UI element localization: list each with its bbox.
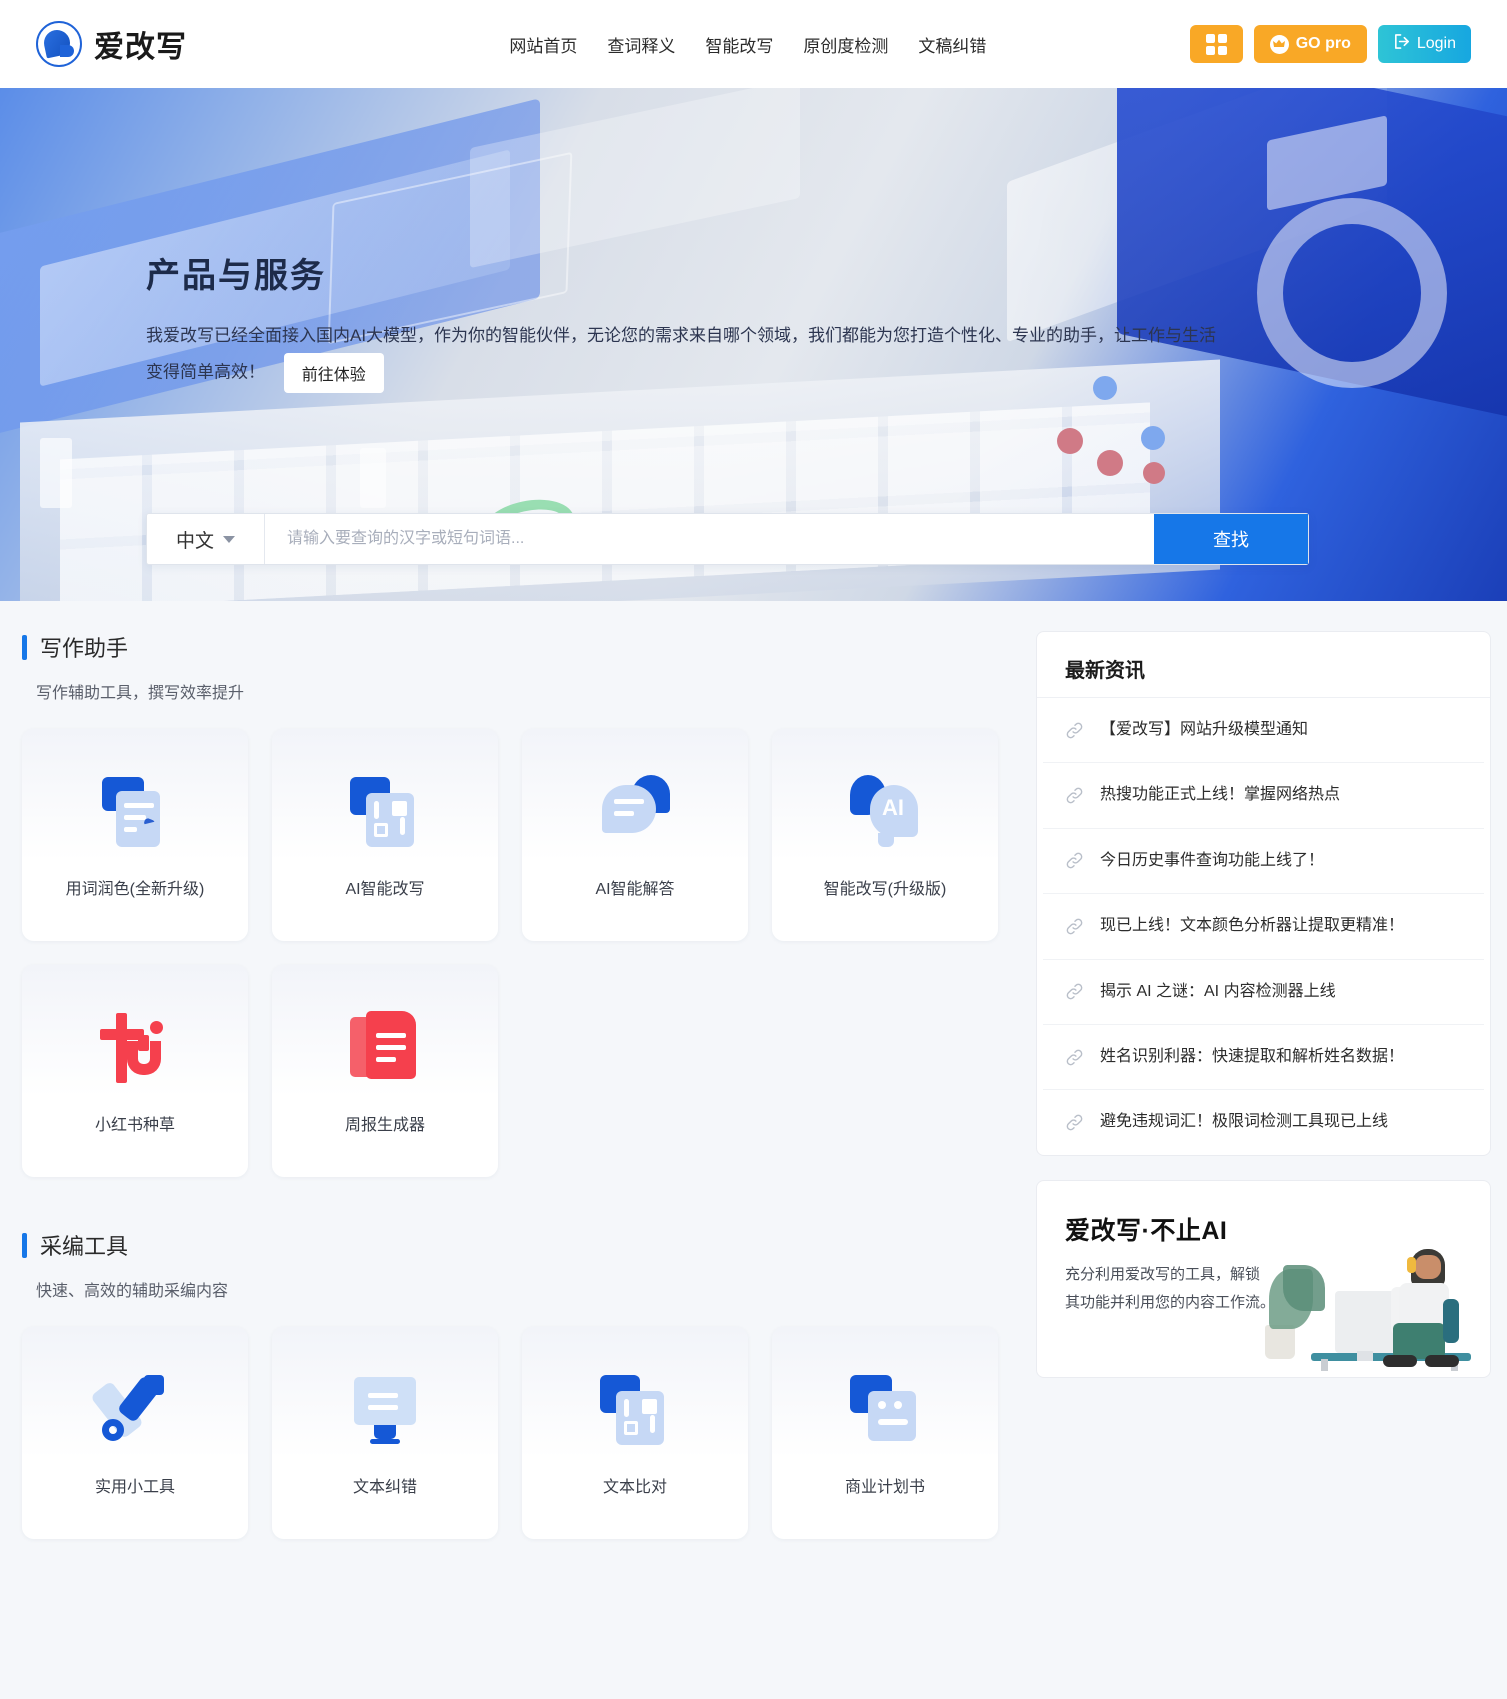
login-arrow-icon xyxy=(1393,33,1410,55)
report-doc-icon xyxy=(344,1007,426,1089)
chat-bubble-icon xyxy=(594,771,676,853)
hero-cta-button[interactable]: 前往体验 xyxy=(283,353,384,393)
promo-card[interactable]: 爱改写·不止AI 充分利用爱改写的工具，解锁 其功能并利用您的内容工作流。 xyxy=(1036,1179,1491,1378)
ai-head-icon: AI xyxy=(844,771,926,853)
header-actions: GO pro Login xyxy=(1189,25,1471,63)
section-subtitle-writing: 写作辅助工具，撰写效率提升 xyxy=(36,685,245,702)
brand-name: 爱改写 xyxy=(94,30,187,65)
compare-arrows-icon xyxy=(594,1369,676,1451)
promo-illustration-icon xyxy=(1265,1211,1480,1371)
news-item[interactable]: 今日历史事件查询功能上线了！ xyxy=(1043,829,1484,895)
wrench-tools-icon xyxy=(90,1369,176,1451)
grid-icon xyxy=(1205,33,1227,55)
search-button[interactable]: 查找 xyxy=(1154,514,1308,564)
hero-content: 产品与服务 我爱改写已经全面接入国内AI大模型，作为你的智能伙伴，无论您的需求来… xyxy=(0,88,1250,393)
section-accent-bar xyxy=(22,634,27,660)
logo-icon xyxy=(36,21,82,67)
nav-item-originality[interactable]: 原创度检测 xyxy=(803,32,888,57)
tool-card-text-correction[interactable]: 文本纠错 xyxy=(272,1327,498,1539)
go-pro-button[interactable]: GO pro xyxy=(1253,25,1367,63)
xiaohongshu-book-icon xyxy=(94,1007,176,1089)
nav-item-home[interactable]: 网站首页 xyxy=(509,32,577,57)
go-pro-label: GO pro xyxy=(1295,35,1351,52)
tool-card-xiaohongshu[interactable]: 小红书种草 xyxy=(22,965,248,1177)
nav-item-rewrite[interactable]: 智能改写 xyxy=(705,32,773,57)
crown-icon xyxy=(1269,34,1289,54)
tool-card-label: 用词润色(全新升级) xyxy=(65,881,205,898)
news-panel: 最新资讯 【爱改写】网站升级模型通知 热搜功能正式上线！掌握网络热点 今日历史事… xyxy=(1036,631,1491,1156)
news-item[interactable]: 热搜功能正式上线！掌握网络热点 xyxy=(1043,763,1484,829)
section-title-editing: 采编工具 xyxy=(40,1234,129,1259)
section-subtitle-editing: 快速、高效的辅助采编内容 xyxy=(36,1283,229,1300)
search-bar: 中文 查找 xyxy=(146,513,1309,565)
news-panel-title: 最新资讯 xyxy=(1037,632,1490,698)
login-label: Login xyxy=(1416,35,1456,52)
tool-card-label: AI智能改写 xyxy=(345,881,425,898)
apps-grid-button[interactable] xyxy=(1189,25,1243,63)
left-column: 写作助手 写作辅助工具，撰写效率提升 用词润色(全新升级) AI智能改写 AI智… xyxy=(22,631,1012,1539)
right-column: 最新资讯 【爱改写】网站升级模型通知 热搜功能正式上线！掌握网络热点 今日历史事… xyxy=(1036,631,1491,1539)
tool-card-label: 文本纠错 xyxy=(352,1479,417,1496)
tool-card-label: 小红书种草 xyxy=(94,1117,175,1134)
rewrite-arrows-icon xyxy=(344,771,426,853)
section-title-writing: 写作助手 xyxy=(40,636,129,661)
site-header: 爱改写 网站首页 查词释义 智能改写 原创度检测 文稿纠错 GO pro Log… xyxy=(0,0,1507,88)
language-select-value: 中文 xyxy=(175,530,214,552)
nav-item-proofread[interactable]: 文稿纠错 xyxy=(918,32,986,57)
tool-card-label: 周报生成器 xyxy=(344,1117,425,1134)
tool-card-weekly-report[interactable]: 周报生成器 xyxy=(272,965,498,1177)
news-item[interactable]: 姓名识别利器：快速提取和解析姓名数据！ xyxy=(1043,1025,1484,1091)
hero-description: 我爱改写已经全面接入国内AI大模型，作为你的智能伙伴，无论您的需求来自哪个领域，… xyxy=(146,319,1221,393)
tool-card-utilities[interactable]: 实用小工具 xyxy=(22,1327,248,1539)
link-icon xyxy=(1065,786,1084,805)
swap-screen-icon xyxy=(344,1369,426,1451)
document-cursor-icon xyxy=(94,771,176,853)
tool-card-ai-answer[interactable]: AI智能解答 xyxy=(522,729,748,941)
news-item-text: 姓名识别利器：快速提取和解析姓名数据！ xyxy=(1100,1047,1405,1065)
news-item[interactable]: 【爱改写】网站升级模型通知 xyxy=(1043,698,1484,764)
news-item[interactable]: 避免违规词汇！极限词检测工具现已上线 xyxy=(1043,1090,1484,1154)
link-icon xyxy=(1065,1048,1084,1067)
tool-card-text-compare[interactable]: 文本比对 xyxy=(522,1327,748,1539)
news-item-text: 【爱改写】网站升级模型通知 xyxy=(1100,721,1309,738)
section-header-writing: 写作助手 xyxy=(22,631,1012,663)
news-item-text: 热搜功能正式上线！掌握网络热点 xyxy=(1100,786,1341,804)
news-item[interactable]: 揭示 AI 之谜：AI 内容检测器上线 xyxy=(1043,960,1484,1025)
main-nav: 网站首页 查词释义 智能改写 原创度检测 文稿纠错 xyxy=(306,32,1190,57)
news-item-text: 今日历史事件查询功能上线了！ xyxy=(1100,851,1325,869)
news-item-text: 现已上线！文本颜色分析器让提取更精准！ xyxy=(1100,917,1405,935)
link-icon xyxy=(1065,1113,1084,1132)
news-item-text: 避免违规词汇！极限词检测工具现已上线 xyxy=(1100,1113,1389,1131)
writing-tool-cards: 用词润色(全新升级) AI智能改写 AI智能解答 AI 智能改写(升级版) 小红… xyxy=(22,729,1012,1177)
tool-card-polish[interactable]: 用词润色(全新升级) xyxy=(22,729,248,941)
link-icon xyxy=(1065,982,1084,1001)
news-list: 【爱改写】网站升级模型通知 热搜功能正式上线！掌握网络热点 今日历史事件查询功能… xyxy=(1037,698,1490,1155)
nav-item-dictionary[interactable]: 查词释义 xyxy=(607,32,675,57)
main-content: 写作助手 写作辅助工具，撰写效率提升 用词润色(全新升级) AI智能改写 AI智… xyxy=(0,601,1507,1539)
page-root: 爱改写 网站首页 查词释义 智能改写 原创度检测 文稿纠错 GO pro Log… xyxy=(0,0,1507,1699)
link-icon xyxy=(1065,917,1084,936)
section-header-editing: 采编工具 xyxy=(22,1229,1012,1261)
news-item[interactable]: 现已上线！文本颜色分析器让提取更精准！ xyxy=(1043,894,1484,960)
editing-tool-cards: 实用小工具 文本纠错 文本比对 商业计划书 xyxy=(22,1327,1012,1539)
link-icon xyxy=(1065,851,1084,870)
tool-card-label: 商业计划书 xyxy=(844,1479,925,1496)
hero-title: 产品与服务 xyxy=(146,257,326,295)
tool-card-label: 实用小工具 xyxy=(94,1479,175,1496)
tool-card-business-plan[interactable]: 商业计划书 xyxy=(772,1327,998,1539)
section-accent-bar xyxy=(22,1232,27,1258)
link-icon xyxy=(1065,721,1084,740)
tool-card-ai-rewrite[interactable]: AI智能改写 xyxy=(272,729,498,941)
language-select[interactable]: 中文 xyxy=(147,514,265,564)
chevron-down-icon xyxy=(223,535,235,543)
tool-card-label: AI智能解答 xyxy=(595,881,675,898)
tool-card-label: 文本比对 xyxy=(602,1479,667,1496)
tool-card-rewrite-pro[interactable]: AI 智能改写(升级版) xyxy=(772,729,998,941)
login-button[interactable]: Login xyxy=(1377,25,1471,63)
search-input[interactable] xyxy=(265,514,1154,564)
business-plan-icon xyxy=(844,1369,926,1451)
hero-banner: 产品与服务 我爱改写已经全面接入国内AI大模型，作为你的智能伙伴，无论您的需求来… xyxy=(0,88,1507,601)
news-item-text: 揭示 AI 之谜：AI 内容检测器上线 xyxy=(1100,982,1336,1000)
tool-card-label: 智能改写(升级版) xyxy=(823,881,947,898)
